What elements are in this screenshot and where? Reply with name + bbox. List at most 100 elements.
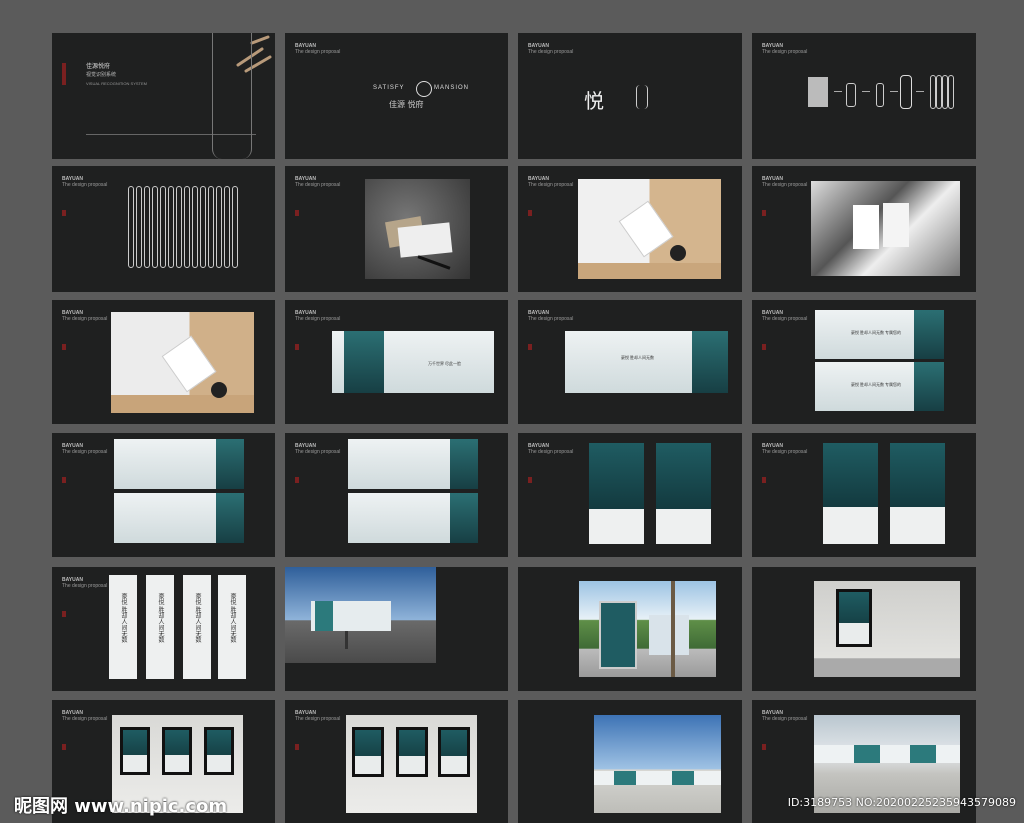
brand-sub: The design proposal (62, 449, 108, 455)
cover-title: 佳源悦府 (86, 63, 111, 70)
brand-sub: The design proposal (62, 182, 108, 188)
vertical-banner-text: 豪悦 胜却人间无数 (120, 593, 126, 643)
arrow-icon (916, 91, 924, 92)
seal-icon (295, 744, 299, 750)
cover-subtitle-en: VISUAL RECOGNITION SYSTEM (86, 81, 147, 86)
seal-icon (762, 210, 766, 216)
ink-card-photo (811, 181, 960, 276)
cover-subtitle-cn: 视觉识别系统 (86, 72, 117, 78)
card-holder-photo (578, 179, 721, 279)
slide-banner-2[interactable]: BAYUAN The design proposal 豪悦 胜却人间无数 (518, 300, 742, 424)
brand-sub: The design proposal (295, 182, 341, 188)
banner-headline: 豪悦 胜却人间无数 (621, 355, 654, 360)
card-holder-photo (111, 312, 254, 413)
slide-vertical-banners[interactable]: BAYUAN The design proposal 豪悦 胜却人间无数 豪悦 胜… (52, 567, 275, 691)
slide-stationery-envelope[interactable]: BAYUAN The design proposal (285, 166, 508, 292)
seal-icon (762, 344, 766, 350)
evolution-step-3 (876, 83, 884, 107)
pattern-grid (128, 186, 238, 268)
slide-wall-triptych-2[interactable]: BAYUAN The design proposal (285, 700, 508, 823)
poster (656, 443, 711, 544)
slide-banner-pair-2[interactable]: BAYUAN The design proposal (52, 433, 275, 557)
seal-icon (295, 210, 299, 216)
brand-sub: The design proposal (528, 316, 574, 322)
pattern-block (930, 75, 954, 109)
brand-sub: The design proposal (762, 449, 808, 455)
logo-cn: 佳源 悦府 (389, 100, 424, 109)
brand-sub: The design proposal (762, 716, 808, 722)
slide-card-holder-wood[interactable]: BAYUAN The design proposal (518, 166, 742, 292)
seal-icon (62, 210, 66, 216)
brand-sub: The design proposal (62, 716, 108, 722)
seal-icon (762, 744, 766, 750)
column-outline (212, 33, 252, 159)
envelope-photo (365, 179, 470, 279)
watermark-id: ID:3189753 NO:20200225235943579089 (787, 796, 1016, 809)
banner-bottom: 豪悦 胜却人间无数 专属您的 (815, 362, 944, 411)
slide-posters-pair-2[interactable]: BAYUAN The design proposal (752, 433, 976, 557)
slide-billboard-highway[interactable] (285, 567, 508, 691)
seal-icon (528, 344, 532, 350)
poster (823, 443, 878, 544)
slide-banner-1[interactable]: BAYUAN The design proposal 万千世界 尽此一脸 (285, 300, 508, 424)
brand-sub: The design proposal (295, 716, 341, 722)
triptych-photo (346, 715, 477, 813)
highway-photo (285, 567, 436, 663)
brand-sub: The design proposal (528, 49, 574, 55)
brand-sub: The design proposal (295, 449, 341, 455)
arrow-icon (890, 91, 898, 92)
seal-icon (528, 210, 532, 216)
slide-cover[interactable]: 佳源悦府 视觉识别系统 VISUAL RECOGNITION SYSTEM (52, 33, 275, 159)
slide-hoarding-sky[interactable] (518, 700, 742, 823)
glyph-stroke-icon (636, 85, 648, 109)
seal-icon (62, 611, 66, 617)
arrow-icon (862, 91, 870, 92)
seal-icon (762, 477, 766, 483)
bus-stop-photo (579, 581, 716, 677)
brand-sub: The design proposal (528, 449, 574, 455)
vertical-banner-text: 豪悦 胜却人间无数 (157, 593, 163, 643)
seal-icon (528, 477, 532, 483)
vertical-banner: 豪悦 胜却人间无数 (146, 575, 174, 679)
banner-top (114, 439, 244, 489)
evolution-step-4 (900, 75, 912, 109)
slide-banner-pair-1[interactable]: BAYUAN The design proposal 豪悦 胜却人间无数 专属您的… (752, 300, 976, 424)
slide-logo[interactable]: BAYUAN The design proposal SATISFY MANSIO… (285, 33, 508, 159)
banner: 万千世界 尽此一脸 (332, 331, 494, 393)
slide-logo-evolution[interactable]: BAYUAN The design proposal (752, 33, 976, 159)
banner: 豪悦 胜却人间无数 (565, 331, 728, 393)
arrow-icon (834, 91, 842, 92)
poster (589, 443, 644, 544)
banner-headline: 万千世界 尽此一脸 (428, 361, 461, 366)
slide-posters-pair-1[interactable]: BAYUAN The design proposal (518, 433, 742, 557)
seal-icon (62, 744, 66, 750)
slide-glyph[interactable]: BAYUAN The design proposal 悦 (518, 33, 742, 159)
logo-mark-icon (416, 81, 432, 97)
hoarding-photo (594, 715, 721, 813)
slide-bus-stop[interactable] (518, 567, 742, 691)
seal-icon (62, 63, 66, 85)
slide-wall-poster[interactable] (752, 567, 976, 691)
slide-card-holder-corner[interactable]: BAYUAN The design proposal (52, 300, 275, 424)
logo-en-left: SATISFY (373, 85, 405, 91)
brand-sub: The design proposal (762, 182, 808, 188)
brand-sub: The design proposal (62, 316, 108, 322)
evolution-step-1 (808, 77, 828, 107)
brand-sub: The design proposal (762, 316, 808, 322)
vertical-banner: 豪悦 胜却人间无数 (109, 575, 137, 679)
brand-sub: The design proposal (528, 182, 574, 188)
vertical-banner: 豪悦 胜却人间无数 (218, 575, 246, 679)
slide-banner-pair-3[interactable]: BAYUAN The design proposal (285, 433, 508, 557)
slide-card-ink[interactable]: BAYUAN The design proposal (752, 166, 976, 292)
brand-sub: The design proposal (295, 316, 341, 322)
vertical-banner-text: 豪悦 胜却人间无数 (194, 593, 200, 643)
banner-top: 豪悦 胜却人间无数 专属您的 (815, 310, 944, 359)
brand-sub: The design proposal (295, 49, 341, 55)
seal-icon (62, 477, 66, 483)
slide-pattern[interactable]: BAYUAN The design proposal (52, 166, 275, 292)
banner-headline: 豪悦 胜却人间无数 专属您的 (851, 382, 901, 387)
watermark-site: 昵图网 www.nipic.com (14, 796, 228, 817)
brand-sub: The design proposal (762, 49, 808, 55)
vertical-banner: 豪悦 胜却人间无数 (183, 575, 211, 679)
logo-en-right: MANSION (434, 85, 470, 91)
